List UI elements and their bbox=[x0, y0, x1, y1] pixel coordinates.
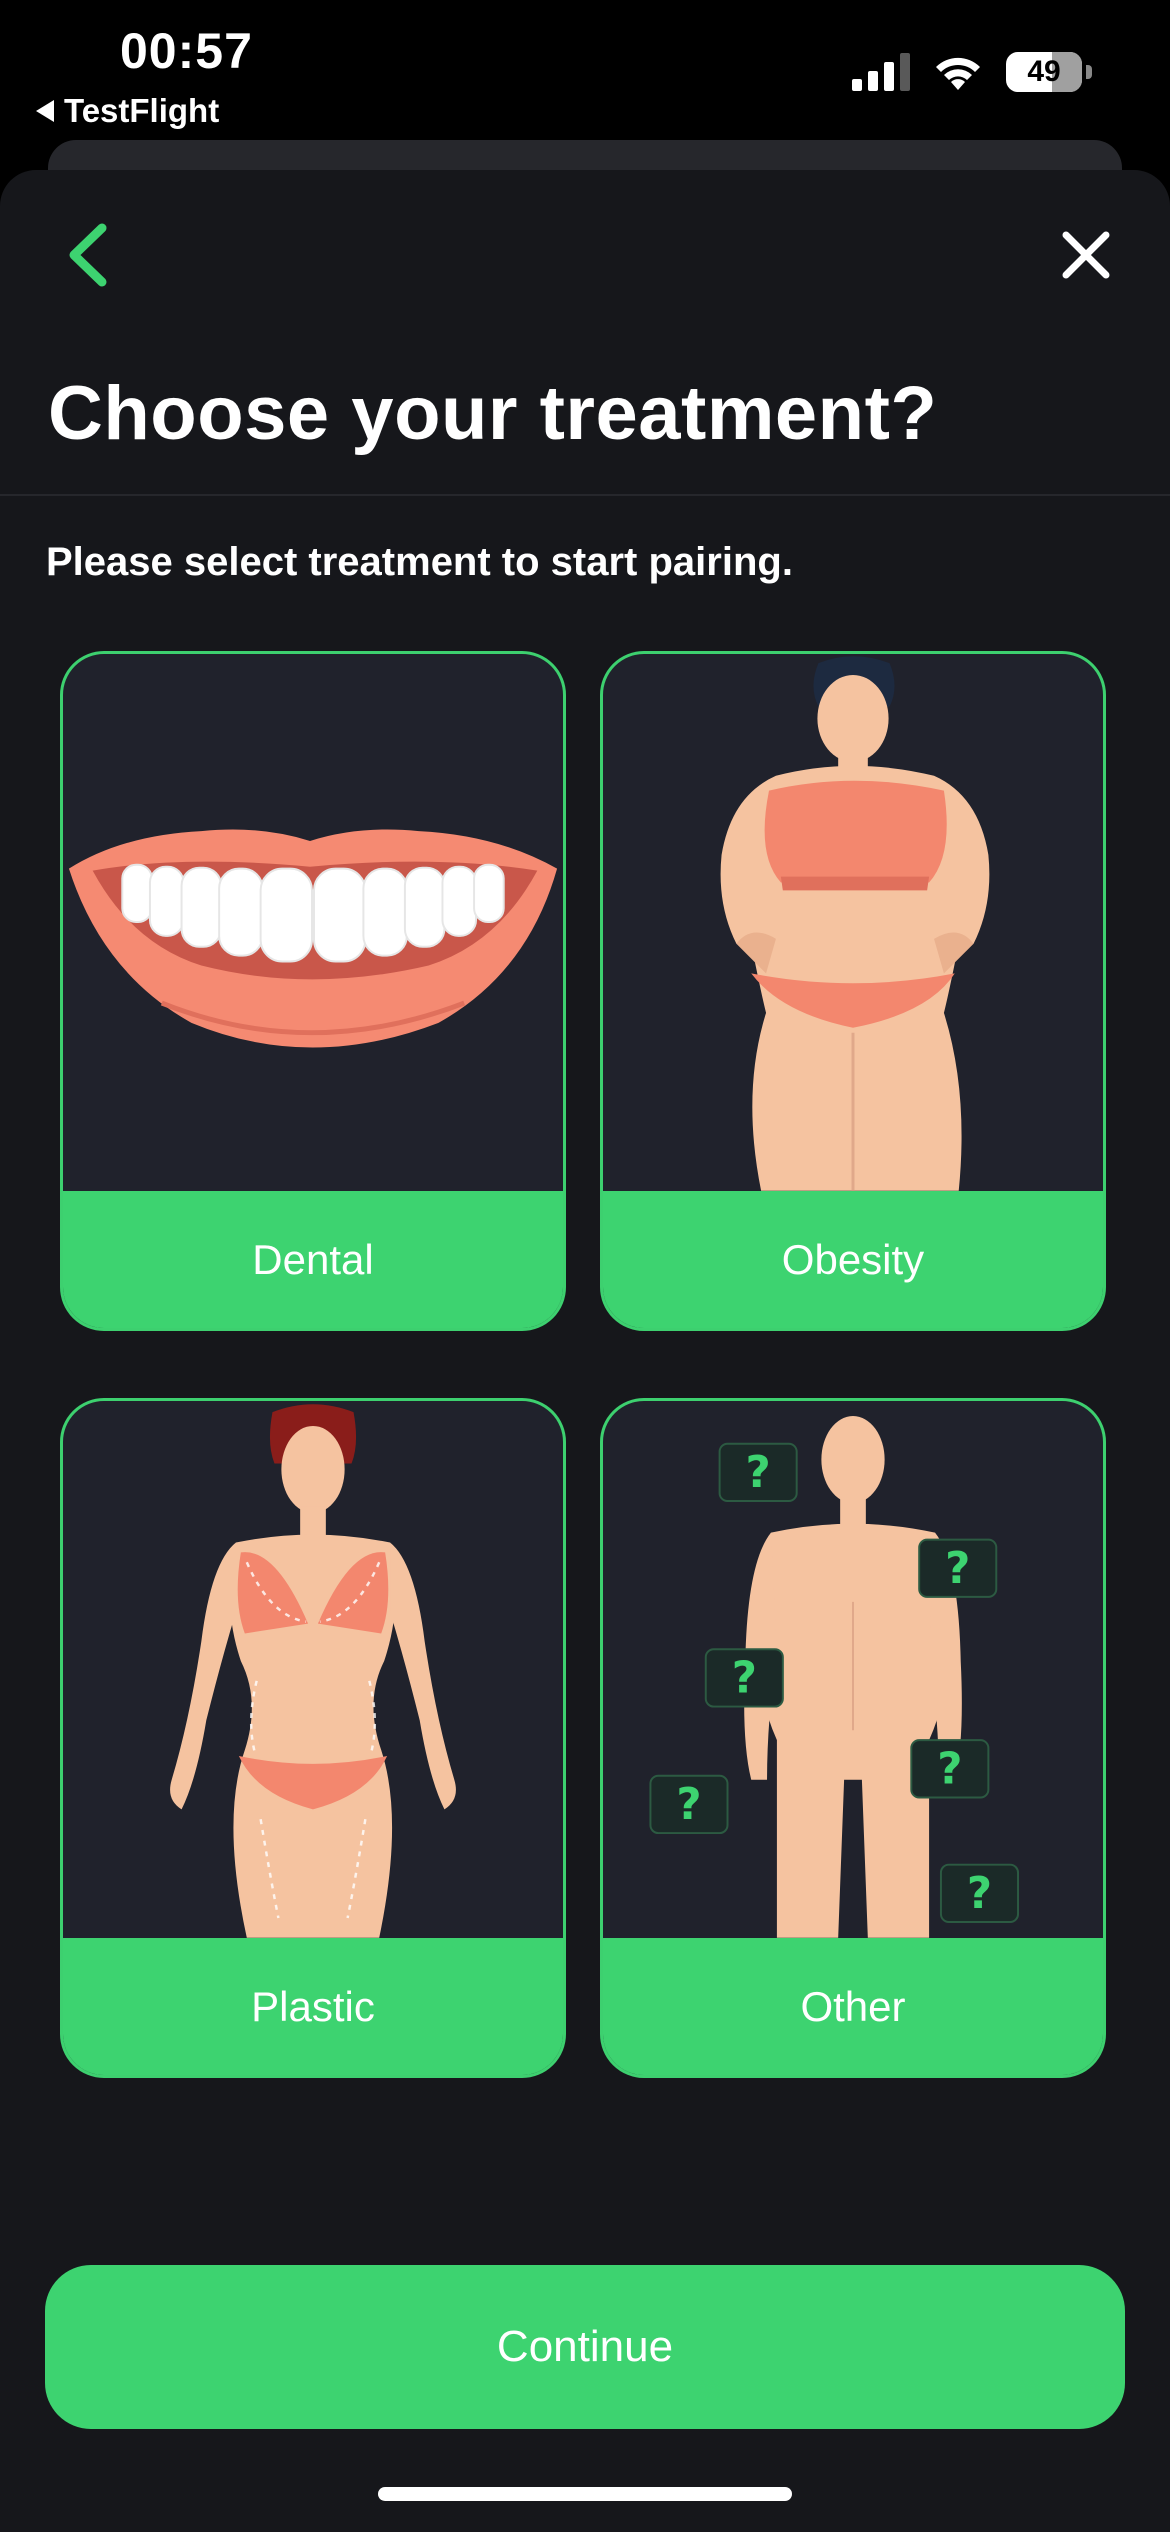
battery-icon: 49 bbox=[1006, 52, 1082, 92]
svg-text:?: ? bbox=[937, 1745, 962, 1795]
status-icons: 49 bbox=[852, 52, 1092, 92]
treatment-label: Dental bbox=[63, 1191, 563, 1328]
treatment-card-dental[interactable]: Dental bbox=[60, 651, 566, 1331]
treatment-label: Other bbox=[603, 1938, 1103, 2075]
home-indicator[interactable] bbox=[378, 2487, 792, 2501]
battery-level: 49 bbox=[1027, 55, 1061, 88]
treatment-card-plastic[interactable]: Plastic bbox=[60, 1398, 566, 2078]
svg-text:?: ? bbox=[746, 1448, 771, 1498]
body-question-marks-illustration: ? ? ? ? ? ? bbox=[649, 1416, 1020, 1938]
treatment-label: Plastic bbox=[63, 1938, 563, 2075]
page-subtitle: Please select treatment to start pairing… bbox=[46, 540, 793, 584]
wifi-icon bbox=[936, 57, 980, 90]
treatment-card-other[interactable]: ? ? ? ? ? ? Other bbox=[600, 1398, 1106, 2078]
screen: 00:57 TestFlight 49 Choose your treatmen… bbox=[0, 0, 1170, 2532]
back-triangle-icon bbox=[36, 100, 54, 122]
svg-text:?: ? bbox=[967, 1869, 992, 1919]
treatment-label: Obesity bbox=[603, 1191, 1103, 1328]
smiling-mouth-illustration bbox=[68, 829, 558, 1048]
treatment-sheet bbox=[0, 170, 1170, 2532]
svg-text:?: ? bbox=[945, 1544, 970, 1594]
overweight-woman-illustration bbox=[720, 656, 990, 1191]
header-divider bbox=[0, 494, 1170, 496]
close-icon[interactable] bbox=[1058, 227, 1114, 283]
battery-tip bbox=[1086, 65, 1092, 79]
treatment-card-obesity[interactable]: Obesity bbox=[600, 651, 1106, 1331]
page-title: Choose your treatment? bbox=[48, 371, 938, 456]
status-time: 00:57 bbox=[120, 23, 253, 79]
svg-text:?: ? bbox=[676, 1780, 701, 1830]
signal-icon bbox=[852, 53, 910, 91]
chevron-left-icon[interactable] bbox=[60, 220, 120, 290]
svg-text:?: ? bbox=[732, 1654, 757, 1704]
back-to-app-link[interactable]: TestFlight bbox=[36, 92, 219, 130]
woman-body-contour-illustration bbox=[170, 1404, 456, 1938]
continue-button[interactable]: Continue bbox=[45, 2265, 1125, 2429]
back-app-label: TestFlight bbox=[64, 92, 220, 129]
